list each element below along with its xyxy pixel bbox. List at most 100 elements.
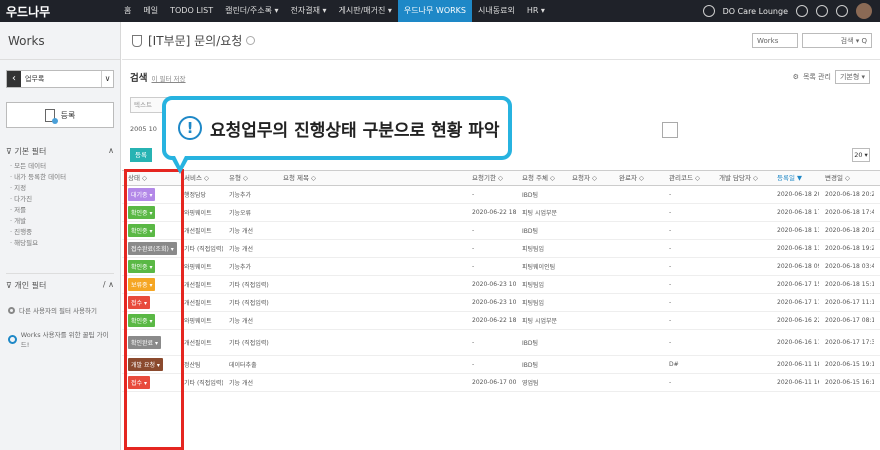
table-row[interactable]: 확인중 ▾ 와핑웨이트 기능 개선 2020-06-22 18:00 피팅 시업부문 - 2… (122, 312, 880, 330)
alarm-icon[interactable] (796, 5, 808, 17)
chevron-left-icon[interactable]: ‹ (7, 71, 21, 87)
table-cell: 개선필이트 (184, 282, 212, 289)
table-cell: 개선필이트 (184, 228, 212, 235)
top-menu-item[interactable]: 우드나무 WORKS (397, 0, 472, 22)
column-header[interactable]: 요청기한 ◇ (466, 171, 516, 185)
column-header[interactable]: 요청 제목 ◇ (277, 171, 466, 185)
table-row[interactable]: 확인완료 ▾ 개선필이트 기타 (직접입력) - IBD팀 - 2020-06-16 11:… (122, 330, 880, 356)
table-row[interactable]: 대기중 ▾ 행정담당 기능추가 - IBD팀 - 2020-06-18 20:22 2020-… (122, 186, 880, 204)
date-filter[interactable]: 2005 10 (130, 125, 157, 133)
power-icon[interactable] (836, 5, 848, 17)
sidebar-filter-item[interactable]: · 개발 (10, 216, 120, 227)
edit-icon[interactable]: / (103, 280, 106, 289)
table-row[interactable]: 개발 요청 ▾ 정산팀 데이터추출 - IBD팀 D# 2020-06-11 18:50 20… (122, 356, 880, 374)
top-menu-item[interactable]: 홈 (118, 0, 137, 22)
table-cell: 확인중 ▾ (122, 260, 178, 273)
top-menu-item[interactable]: 메일 (137, 0, 164, 22)
status-badge[interactable]: 개발 요청 ▾ (128, 358, 163, 371)
sidebar-filter-label: 저를 (14, 206, 27, 214)
filter-checkbox[interactable] (662, 122, 678, 138)
status-badge[interactable]: 접수 ▾ (128, 376, 150, 389)
guide-link[interactable]: Works 사용자를 위한 꿀팁 가이드! (8, 329, 112, 349)
list-type-select[interactable]: 기본형 ▾ (834, 70, 870, 84)
table-cell: - (472, 361, 475, 368)
save-filter-link[interactable]: 이 필터 저장 (151, 75, 185, 83)
table-cell: 피팅팀임 (522, 282, 545, 289)
column-header[interactable]: 등록일 ▼ (771, 171, 819, 185)
table-row[interactable]: 확인중 ▾ 와핑웨이트 기능추가 - 피팅웨이인팀 - 2020-06-18 09:36 20… (122, 258, 880, 276)
app-logo[interactable]: 우드나무 (0, 3, 118, 20)
chevron-down-icon[interactable]: ∨ (101, 71, 113, 87)
sidebar-filter-item[interactable]: · 모든 데이터 (10, 161, 120, 172)
column-header[interactable]: 변경일 ◇ (819, 171, 874, 185)
status-badge[interactable]: 확인완료 ▾ (128, 336, 161, 349)
table-cell: 2020-06-15 16:15 (825, 379, 874, 386)
status-badge[interactable]: 보류중 ▾ (128, 278, 156, 291)
table-row[interactable]: 접수 ▾ 개선필이트 기타 (직접입력) 2020-06-23 10:00 피팅팀임 - 2… (122, 294, 880, 312)
table-cell: 기능추가 (229, 192, 252, 199)
table-cell: 2020-06-11 16:15 (777, 379, 819, 386)
collapse-icon[interactable]: ∧ (108, 280, 114, 289)
status-badge[interactable]: 확인중 ▾ (128, 260, 156, 273)
workspace-select[interactable]: ‹ 업무록 ∨ (6, 70, 114, 88)
status-badge[interactable]: 확인중 ▾ (128, 224, 156, 237)
table-row[interactable]: 접수완료(조회) ▾ 기타 (직접입력) 기능 개선 - 피팅팀임 - 2020-06-18… (122, 240, 880, 258)
works-select[interactable]: Works (752, 33, 798, 48)
avatar[interactable] (856, 3, 872, 19)
table-cell: 와핑웨이트 (184, 264, 212, 271)
sidebar-filter-item[interactable]: · 해당필요 (10, 238, 120, 249)
status-badge[interactable]: 확인중 ▾ (128, 206, 156, 219)
column-header[interactable]: 요청 주체 ◇ (516, 171, 566, 185)
top-menu-item[interactable]: HR ▾ (521, 0, 551, 22)
column-header[interactable]: 요청자 ◇ (566, 171, 613, 185)
top-menu-item[interactable]: 전자결재 ▾ (285, 0, 333, 22)
list-manage-link[interactable]: 목록 관리 (803, 72, 831, 82)
table-row[interactable]: 확인중 ▾ 개선필이트 기능 개선 - IBD팀 - 2020-06-18 13:56 202… (122, 222, 880, 240)
table-cell: - (669, 227, 672, 234)
sidebar-filter-item[interactable]: · 진행중 (10, 227, 120, 238)
top-menu-item[interactable]: 게시판/매거진 ▾ (333, 0, 398, 22)
table-cell: 개발 요청 ▾ (122, 358, 178, 371)
table-cell: 피팅 시업부문 (522, 210, 558, 217)
column-header[interactable]: 관리코드 ◇ (663, 171, 713, 185)
sidebar-filter-item[interactable]: · 저를 (10, 205, 120, 216)
register-button[interactable]: 등록 (6, 102, 114, 128)
table-cell: 2020-06-15 19:13 (825, 361, 874, 368)
top-menu-item[interactable]: 시내동료외 (472, 0, 521, 22)
collapse-icon[interactable]: ∧ (108, 146, 114, 157)
info-icon[interactable] (246, 36, 256, 45)
gear-icon (8, 306, 15, 314)
table-cell: 대기중 ▾ (122, 188, 178, 201)
personal-filter-header[interactable]: ⊽ 개인 필터 / ∧ (6, 273, 114, 291)
lounge-link[interactable]: DO Care Lounge (723, 7, 788, 16)
search-label: 검색 (130, 73, 148, 84)
status-badge[interactable]: 접수 ▾ (128, 296, 150, 309)
top-menu-item[interactable]: 캘린더/주소록 ▾ (219, 0, 284, 22)
page-size-select[interactable]: 20 ▾ (852, 148, 870, 162)
status-badge[interactable]: 대기중 ▾ (128, 188, 156, 201)
sidebar-filter-item[interactable]: · 지정 (10, 183, 120, 194)
table-row[interactable]: 접수 ▾ 기타 (직접입력) 기능 개선 2020-06-17 00:00 영업팀 - 20… (122, 374, 880, 392)
sidebar-filter-label: 개발 (14, 217, 27, 225)
table-cell: 2020-06-22 18:00 (472, 317, 516, 324)
list-options: ⚙ 목록 관리 기본형 ▾ (793, 70, 870, 84)
table-register-button[interactable]: 등록 (130, 148, 152, 162)
workspace-select-value: 업무록 (25, 75, 45, 83)
other-filter-link[interactable]: 다른 사용자의 필터 사용하기 (8, 305, 112, 315)
header-search-input[interactable]: 검색 ▾ Q (802, 33, 872, 48)
table-cell: 기타 (직접입력) (229, 300, 269, 307)
sidebar-filter-item[interactable]: · 내가 등록한 데이터 (10, 172, 120, 183)
column-header[interactable]: 완료자 ◇ (613, 171, 663, 185)
sidebar-filter-item[interactable]: · 다가진 (10, 194, 120, 205)
column-header[interactable]: 유형 ◇ (223, 171, 277, 185)
table-row[interactable]: 확인중 ▾ 와핑웨이트 기능오류 2020-06-22 18:00 피팅 시업부문 - 20… (122, 204, 880, 222)
table-cell: IBD팀 (522, 192, 539, 199)
status-badge[interactable]: 확인중 ▾ (128, 314, 156, 327)
basic-filter-header[interactable]: ⊽ 기본 필터 ∧ (6, 146, 114, 157)
table-row[interactable]: 보류중 ▾ 개선필이트 기타 (직접입력) 2020-06-23 10:00 피팅팀임 -… (122, 276, 880, 294)
status-badge[interactable]: 접수완료(조회) ▾ (128, 242, 177, 255)
gear-icon[interactable] (816, 5, 828, 17)
top-menu-item[interactable]: TODO LIST (164, 0, 219, 22)
table-cell: 2020-06-17 15:56 (777, 281, 819, 288)
column-header[interactable]: 개발 담당자 ◇ (713, 171, 771, 185)
